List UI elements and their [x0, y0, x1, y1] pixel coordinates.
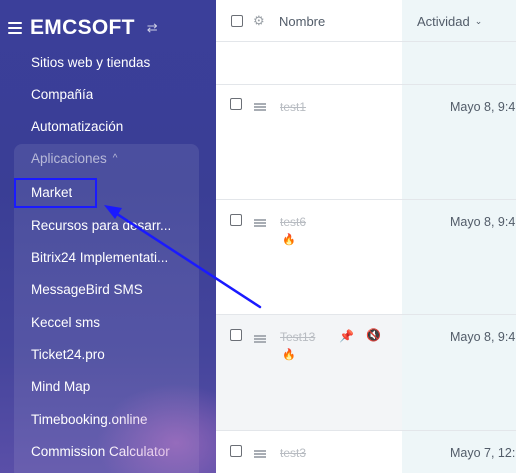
pin-icon[interactable]: 📌: [339, 329, 354, 343]
sidebar-item-timebooking[interactable]: Timebooking.online: [31, 410, 148, 430]
drag-handle-icon[interactable]: [254, 450, 266, 458]
sidebar-item-ticket24[interactable]: Ticket24.pro: [31, 345, 105, 365]
activity-column-bg: [402, 0, 516, 473]
task-name[interactable]: test6: [280, 215, 306, 229]
task-name[interactable]: test1: [280, 100, 306, 114]
row-divider: [216, 430, 516, 431]
row-checkbox[interactable]: [230, 214, 242, 226]
market-highlight-box: [14, 178, 97, 208]
fire-icon: 🔥: [282, 234, 296, 246]
sidebar-item-bitrix-implementation[interactable]: Bitrix24 Implementati...: [31, 248, 168, 268]
row-divider: [216, 199, 516, 200]
swap-icon[interactable]: ⇄: [147, 20, 158, 36]
task-name[interactable]: Test13: [280, 330, 315, 344]
chevron-down-icon: ⌄: [474, 16, 483, 26]
sidebar-item-mindmap[interactable]: Mind Map: [31, 377, 90, 397]
chevron-up-icon: ^: [112, 153, 118, 164]
activity-date: Mayo 7, 12:: [450, 446, 516, 460]
drag-handle-icon[interactable]: [254, 335, 266, 343]
column-header-activity-label: Actividad: [417, 14, 470, 29]
sidebar-item-keccel[interactable]: Keccel sms: [31, 313, 100, 333]
task-name[interactable]: test3: [280, 446, 306, 460]
brand-header: EMCSOFT ⇄: [8, 14, 158, 42]
activity-date: Mayo 8, 9:4: [450, 100, 516, 114]
row-checkbox[interactable]: [230, 445, 242, 457]
menu-icon[interactable]: [8, 22, 22, 34]
sidebar-item-messagebird[interactable]: MessageBird SMS: [31, 280, 143, 300]
left-sidebar: EMCSOFT ⇄ Sitios web y tiendas Compañía …: [0, 0, 216, 473]
select-all-checkbox[interactable]: [231, 15, 243, 27]
sidebar-item-commission-calculator[interactable]: Commission Calculator: [31, 442, 170, 462]
apps-group-header[interactable]: Aplicaciones ^: [31, 151, 118, 166]
brand-name[interactable]: EMCSOFT: [30, 16, 135, 40]
row-divider: [216, 314, 516, 315]
mute-icon[interactable]: 🔇: [366, 328, 381, 342]
task-list: ⚙ Nombre Actividad ⌄ test1 Mayo 8, 9:4 t…: [216, 0, 516, 473]
row-divider: [216, 84, 516, 85]
activity-date: Mayo 8, 9:4: [450, 330, 516, 344]
sidebar-item-dev-resources[interactable]: Recursos para desarr...: [31, 216, 171, 236]
row-checkbox[interactable]: [230, 329, 242, 341]
apps-group-label: Aplicaciones: [31, 151, 107, 166]
column-header-activity[interactable]: Actividad ⌄: [417, 14, 482, 29]
activity-date: Mayo 8, 9:4: [450, 215, 516, 229]
column-header-name[interactable]: Nombre: [279, 14, 325, 29]
drag-handle-icon[interactable]: [254, 219, 266, 227]
sidebar-item-company[interactable]: Compañía: [31, 85, 93, 105]
sidebar-item-automation[interactable]: Automatización: [31, 117, 123, 137]
table-header: ⚙ Nombre Actividad ⌄: [216, 0, 516, 42]
drag-handle-icon[interactable]: [254, 103, 266, 111]
gear-icon[interactable]: ⚙: [253, 13, 265, 29]
row-checkbox[interactable]: [230, 98, 242, 110]
sidebar-item-sites[interactable]: Sitios web y tiendas: [31, 53, 150, 73]
fire-icon: 🔥: [282, 349, 296, 361]
